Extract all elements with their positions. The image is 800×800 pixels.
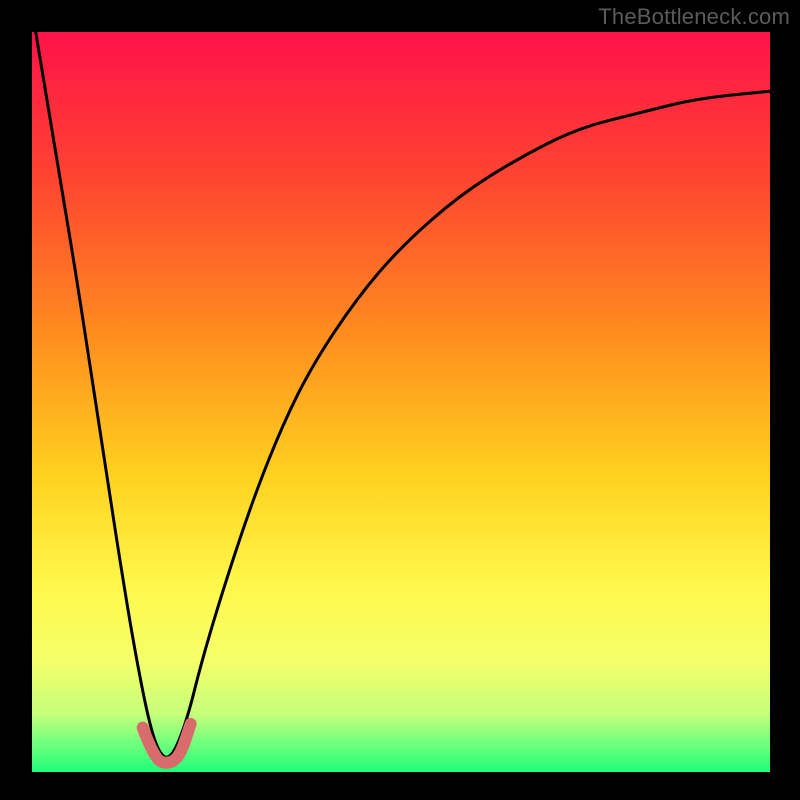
plot-background: [32, 32, 770, 772]
watermark-text: TheBottleneck.com: [598, 4, 790, 30]
chart-stage: TheBottleneck.com: [0, 0, 800, 800]
chart-svg: [0, 0, 800, 800]
